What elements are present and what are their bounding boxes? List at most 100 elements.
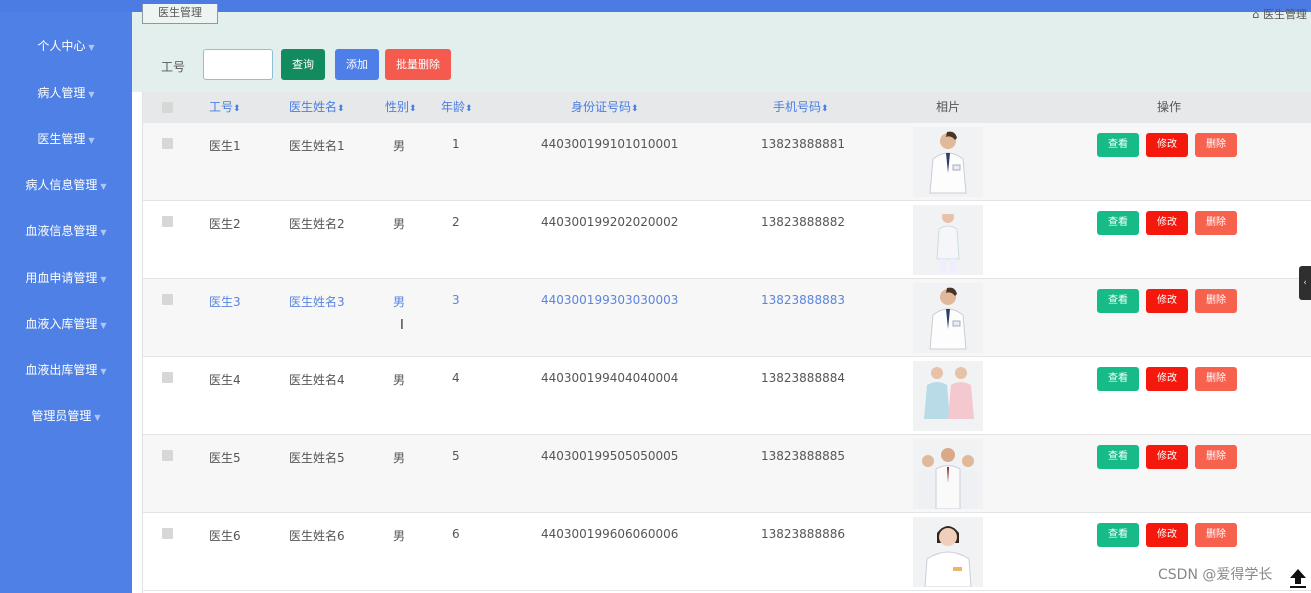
cell-id: 医生4 bbox=[209, 373, 241, 387]
doctor-photo bbox=[913, 439, 983, 509]
cell-id: 医生2 bbox=[209, 217, 241, 231]
table-row[interactable]: 医生1 医生姓名1 男 1 440300199101010001 1382388… bbox=[143, 123, 1311, 201]
add-button[interactable]: 添加 bbox=[335, 49, 379, 80]
chevron-left-icon[interactable]: ‹ bbox=[1299, 266, 1311, 300]
cell-id: 医生3 bbox=[209, 295, 241, 309]
cell-name: 医生姓名5 bbox=[289, 451, 345, 465]
sidebar-item-personal-center[interactable]: 个人中心 ▼ bbox=[0, 34, 132, 58]
header-actions: 操作 bbox=[1157, 100, 1182, 114]
sidebar-item-admin-management[interactable]: 管理员管理 ▼ bbox=[0, 404, 132, 428]
sidebar-item-blood-outbound-management[interactable]: 血液出库管理 ▼ bbox=[0, 358, 132, 382]
chevron-down-icon: ▼ bbox=[100, 228, 107, 237]
cell-gender: 男 bbox=[393, 451, 406, 465]
cell-gender: 男 bbox=[393, 373, 406, 387]
doctor-photo bbox=[913, 517, 983, 587]
row-checkbox[interactable] bbox=[162, 138, 173, 149]
delete-button[interactable]: 删除 bbox=[1195, 133, 1237, 157]
upload-icon[interactable] bbox=[1288, 567, 1308, 589]
cell-phone: 13823888881 bbox=[761, 137, 845, 151]
view-button[interactable]: 查看 bbox=[1097, 523, 1139, 547]
sidebar-item-blood-inbound-management[interactable]: 血液入库管理 ▼ bbox=[0, 312, 132, 336]
sidebar-item-doctor-management[interactable]: 医生管理 ▼ bbox=[0, 127, 132, 151]
edit-button[interactable]: 修改 bbox=[1146, 523, 1188, 547]
edit-button[interactable]: 修改 bbox=[1146, 211, 1188, 235]
view-button[interactable]: 查看 bbox=[1097, 133, 1139, 157]
cell-gender: 男 bbox=[393, 295, 406, 309]
chevron-down-icon: ▼ bbox=[100, 275, 107, 284]
table-row[interactable]: 医生6 医生姓名6 男 6 440300199606060006 1382388… bbox=[143, 513, 1311, 591]
row-checkbox[interactable] bbox=[162, 372, 173, 383]
delete-button[interactable]: 删除 bbox=[1195, 445, 1237, 469]
sort-icon: ⬍ bbox=[821, 104, 829, 114]
chevron-down-icon: ▼ bbox=[94, 413, 101, 422]
cell-gender: 男 bbox=[393, 217, 406, 231]
header-gender[interactable]: 性别⬍ bbox=[385, 92, 417, 123]
sidebar-item-blood-request-management[interactable]: 用血申请管理 ▼ bbox=[0, 266, 132, 290]
query-button[interactable]: 查询 bbox=[281, 49, 325, 80]
cell-id: 医生1 bbox=[209, 139, 241, 153]
sidebar-item-patient-info-management[interactable]: 病人信息管理 ▼ bbox=[0, 173, 132, 197]
row-checkbox[interactable] bbox=[162, 294, 173, 305]
cell-phone: 13823888882 bbox=[761, 215, 845, 229]
row-checkbox[interactable] bbox=[162, 528, 173, 539]
cell-gender: 男 bbox=[393, 529, 406, 543]
cell-phone: 13823888884 bbox=[761, 371, 845, 385]
cell-id-card: 440300199303030003 bbox=[541, 293, 679, 307]
header-id[interactable]: 工号⬍ bbox=[209, 92, 241, 123]
view-button[interactable]: 查看 bbox=[1097, 289, 1139, 313]
batch-delete-button[interactable]: 批量删除 bbox=[385, 49, 451, 80]
delete-button[interactable]: 删除 bbox=[1195, 289, 1237, 313]
cell-id: 医生5 bbox=[209, 451, 241, 465]
search-input[interactable] bbox=[203, 49, 273, 80]
table-header: 工号⬍ 医生姓名⬍ 性别⬍ 年龄⬍ 身份证号码⬍ 手机号码⬍ 相片 操作 bbox=[143, 92, 1311, 123]
doctor-photo bbox=[913, 205, 983, 275]
chevron-down-icon: ▼ bbox=[100, 182, 107, 191]
edit-button[interactable]: 修改 bbox=[1146, 367, 1188, 391]
row-checkbox[interactable] bbox=[162, 450, 173, 461]
sidebar: 个人中心 ▼ 病人管理 ▼ 医生管理 ▼ 病人信息管理 ▼ 血液信息管理 ▼ 用血申请管理… bbox=[0, 12, 132, 593]
cell-age: 2 bbox=[452, 215, 460, 229]
delete-button[interactable]: 删除 bbox=[1195, 367, 1237, 391]
view-button[interactable]: 查看 bbox=[1097, 211, 1139, 235]
breadcrumb[interactable]: 医生管理 bbox=[142, 4, 218, 24]
cell-age: 6 bbox=[452, 527, 460, 541]
sidebar-item-blood-info-management[interactable]: 血液信息管理 ▼ bbox=[0, 219, 132, 243]
main-content: 医生管理 ⌂ 医生管理 工号 查询 添加 批量删除 工号⬍ 医生姓名⬍ 性别⬍ … bbox=[132, 4, 1311, 593]
chevron-down-icon: ▼ bbox=[88, 43, 95, 52]
cell-id-card: 440300199404040004 bbox=[541, 371, 679, 385]
cell-name: 医生姓名3 bbox=[289, 295, 345, 309]
chevron-down-icon: ▼ bbox=[88, 90, 95, 99]
search-bar: 医生管理 ⌂ 医生管理 工号 查询 添加 批量删除 bbox=[132, 4, 1311, 92]
table-row[interactable]: 医生4 医生姓名4 男 4 440300199404040004 1382388… bbox=[143, 357, 1311, 435]
table-row[interactable]: 医生3 医生姓名3 男 3 440300199303030003 1382388… bbox=[143, 279, 1311, 357]
row-checkbox[interactable] bbox=[162, 216, 173, 227]
header-phone[interactable]: 手机号码⬍ bbox=[773, 92, 829, 123]
sidebar-item-patient-management[interactable]: 病人管理 ▼ bbox=[0, 81, 132, 105]
cell-phone: 13823888883 bbox=[761, 293, 845, 307]
doctor-photo bbox=[913, 361, 983, 431]
view-button[interactable]: 查看 bbox=[1097, 445, 1139, 469]
edit-button[interactable]: 修改 bbox=[1146, 445, 1188, 469]
sort-icon: ⬍ bbox=[233, 104, 241, 114]
cell-id-card: 440300199505050005 bbox=[541, 449, 679, 463]
header-name[interactable]: 医生姓名⬍ bbox=[289, 92, 345, 123]
sort-icon: ⬍ bbox=[409, 104, 417, 114]
breadcrumb-right: ⌂ 医生管理 bbox=[1252, 8, 1307, 21]
header-id-card[interactable]: 身份证号码⬍ bbox=[571, 92, 639, 123]
chevron-down-icon: ▼ bbox=[100, 321, 107, 330]
edit-button[interactable]: 修改 bbox=[1146, 133, 1188, 157]
home-icon: ⌂ bbox=[1252, 8, 1260, 21]
delete-button[interactable]: 删除 bbox=[1195, 211, 1237, 235]
doctor-photo bbox=[913, 127, 983, 197]
view-button[interactable]: 查看 bbox=[1097, 367, 1139, 391]
header-age[interactable]: 年龄⬍ bbox=[441, 92, 473, 123]
cell-name: 医生姓名6 bbox=[289, 529, 345, 543]
select-all-checkbox[interactable] bbox=[162, 102, 173, 113]
delete-button[interactable]: 删除 bbox=[1195, 523, 1237, 547]
text-cursor-icon: I bbox=[400, 318, 404, 333]
cell-name: 医生姓名2 bbox=[289, 217, 345, 231]
table-row[interactable]: 医生5 医生姓名5 男 5 440300199505050005 1382388… bbox=[143, 435, 1311, 513]
table-row[interactable]: 医生2 医生姓名2 男 2 440300199202020002 1382388… bbox=[143, 201, 1311, 279]
cell-age: 4 bbox=[452, 371, 460, 385]
edit-button[interactable]: 修改 bbox=[1146, 289, 1188, 313]
